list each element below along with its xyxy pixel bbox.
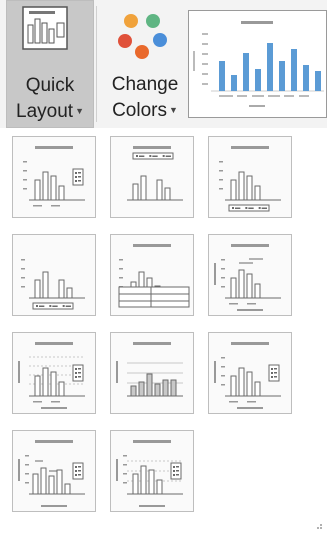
layout-preview-icon [219,146,281,212]
layout-preview-icon [127,146,183,201]
quick-layout-label-2: Layout [16,101,74,122]
change-colors-button[interactable]: Change Colors ▼ [100,0,190,128]
layout-preview-icon [214,342,281,409]
change-colors-label-2: Colors [112,100,167,121]
layout-6-thumbnail[interactable] [208,234,292,316]
layout-10-thumbnail[interactable] [12,430,96,512]
layout-preview-icon [18,440,85,507]
layout-9-thumbnail[interactable] [208,332,292,414]
layout-preview-icon [23,146,85,207]
layout-7-thumbnail[interactable] [12,332,96,414]
layout-preview-icon [116,440,183,507]
layout-8-thumbnail[interactable] [110,332,194,414]
layout-4-thumbnail[interactable] [12,234,96,316]
chart-style-preview[interactable] [188,10,327,118]
caret-down-icon: ▼ [168,105,178,115]
quick-layout-gallery [0,128,327,533]
layout-preview-icon [21,259,85,310]
caret-down-icon: ▼ [75,106,84,116]
layout-3-thumbnail[interactable] [208,136,292,218]
ribbon-separator [96,6,97,122]
color-palette-icon [118,14,167,59]
layout-preview-icon [116,342,183,397]
quick-layout-label: Quick [25,75,75,96]
layout-2-thumbnail[interactable] [110,136,194,218]
chart-ribbon: Quick Layout ▼ Change Colors ▼ [0,0,327,129]
layout-11-thumbnail[interactable] [110,430,194,512]
change-colors-label: Change [111,74,179,95]
layout-5-thumbnail[interactable] [110,234,194,316]
resize-grip-icon[interactable] [312,523,324,531]
layout-preview-icon [18,342,85,409]
layout-preview-icon [214,244,281,311]
quick-layout-button[interactable]: Quick Layout ▼ [6,0,94,128]
layout-1-thumbnail[interactable] [12,136,96,218]
quick-layout-icon [22,6,68,50]
layout-preview-icon [118,244,190,308]
